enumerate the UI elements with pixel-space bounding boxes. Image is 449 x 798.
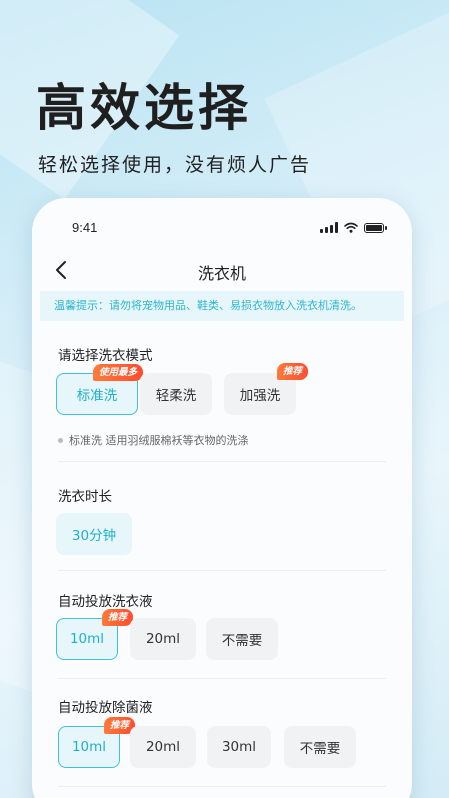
nav-bar: 洗衣机 — [32, 256, 412, 286]
mode-option-standard[interactable]: 标准洗 使用最多 — [56, 364, 143, 415]
phone-frame: 9:41 洗衣机 温馨提示：请勿将宠物用品、鞋类、易损衣物放入洗衣机清洗。 请选… — [32, 198, 412, 798]
badge-recommended: 推荐 — [276, 363, 308, 380]
sanitizer-section-title: 自动投放除菌液 — [58, 700, 153, 716]
sanitizer-option-10ml[interactable]: 10ml 推荐 — [58, 717, 135, 768]
sanitizer-option-none[interactable]: 不需要 — [284, 726, 356, 768]
mode-option-intensive[interactable]: 加强洗 推荐 — [224, 363, 308, 415]
wifi-icon — [344, 222, 358, 233]
divider — [58, 786, 386, 787]
mode-option-gentle[interactable]: 轻柔洗 — [140, 373, 212, 415]
detergent-option-20ml[interactable]: 20ml — [130, 618, 196, 660]
bullet-dot-icon — [58, 437, 63, 443]
status-time: 9:41 — [72, 220, 98, 235]
badge-recommended: 推荐 — [101, 609, 133, 626]
detergent-option-10ml[interactable]: 10ml 推荐 — [56, 609, 133, 660]
divider — [58, 570, 386, 571]
detergent-option-none[interactable]: 不需要 — [206, 618, 278, 660]
divider — [58, 461, 386, 462]
promo-subline: 轻松选择使用，没有烦人广告 — [38, 154, 312, 176]
battery-icon — [364, 222, 387, 233]
sanitizer-option-30ml[interactable]: 30ml — [207, 726, 271, 768]
promo-headline: 高效选择 — [36, 79, 252, 137]
notice-banner: 温馨提示：请勿将宠物用品、鞋类、易损衣物放入洗衣机清洗。 — [40, 291, 404, 321]
mode-hint: 标准洗 适用羽绒服棉袄等衣物的洗涤 — [58, 432, 249, 448]
divider — [58, 678, 386, 679]
status-icons — [320, 222, 387, 233]
mode-section-title: 请选择洗衣模式 — [58, 348, 153, 364]
signal-icon — [320, 222, 338, 233]
status-bar: 9:41 — [32, 220, 412, 240]
duration-option-30min[interactable]: 30分钟 — [56, 513, 132, 555]
badge-most-used: 使用最多 — [92, 364, 143, 381]
page-title: 洗衣机 — [197, 264, 246, 283]
duration-section-title: 洗衣时长 — [58, 489, 112, 505]
sanitizer-option-20ml[interactable]: 20ml — [130, 726, 196, 768]
detergent-section-title: 自动投放洗衣液 — [58, 594, 153, 610]
